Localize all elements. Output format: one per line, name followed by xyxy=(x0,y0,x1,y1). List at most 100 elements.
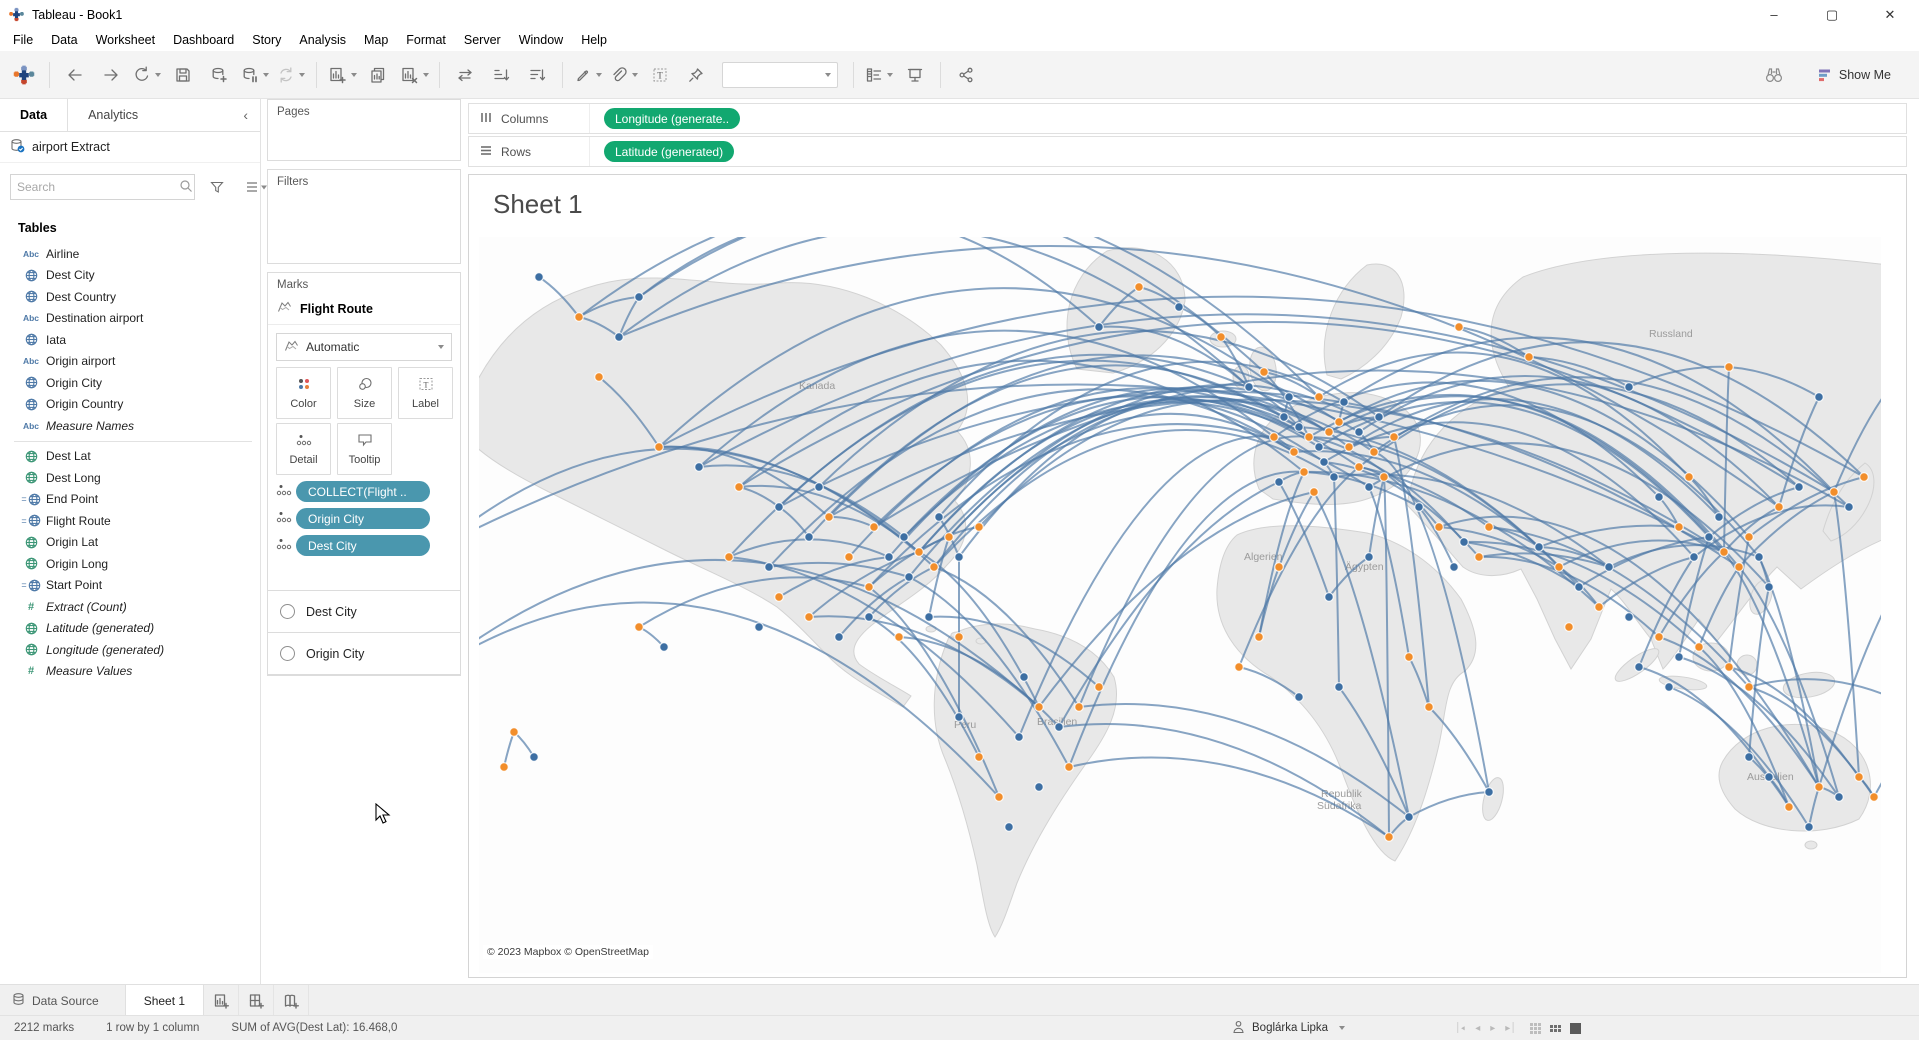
field-origin-long[interactable]: Origin Long xyxy=(0,553,260,575)
field-extract-count-[interactable]: # Extract (Count) xyxy=(0,596,260,618)
prev-sheet-button[interactable]: ◂ xyxy=(1475,1023,1480,1034)
field-latitude-generated-[interactable]: Latitude (generated) xyxy=(0,618,260,640)
rows-pill[interactable]: Latitude (generated) xyxy=(604,141,735,162)
marks-pill[interactable]: COLLECT(Flight .. xyxy=(296,481,430,502)
pin-button[interactable] xyxy=(678,59,714,91)
field-measure-names[interactable]: Abc Measure Names xyxy=(0,415,260,437)
marks-layer-origin-city[interactable]: Origin City xyxy=(268,633,460,675)
pages-shelf[interactable]: Pages xyxy=(267,99,461,161)
marks-layer-dest-city[interactable]: Dest City xyxy=(268,591,460,633)
text-label-button[interactable]: T xyxy=(642,59,678,91)
filter-fields-icon[interactable] xyxy=(199,171,235,203)
pause-data-button[interactable] xyxy=(237,59,273,91)
field-dest-lat[interactable]: Dest Lat xyxy=(0,446,260,468)
clear-sheet-button[interactable] xyxy=(396,59,432,91)
menu-data[interactable]: Data xyxy=(42,30,86,50)
back-button[interactable] xyxy=(57,59,93,91)
highlight-button[interactable] xyxy=(570,59,606,91)
collapse-pane-icon[interactable]: ‹ xyxy=(231,99,260,131)
forward-button[interactable] xyxy=(93,59,129,91)
color-button[interactable]: Color xyxy=(276,367,331,419)
minimize-button[interactable]: – xyxy=(1745,0,1803,29)
label-button[interactable]: T Label xyxy=(398,367,453,419)
marks-pill[interactable]: Dest City xyxy=(296,535,430,556)
size-button[interactable]: Size xyxy=(337,367,392,419)
marks-pill[interactable]: Origin City xyxy=(296,508,430,529)
new-worksheet-tab-button[interactable] xyxy=(204,985,240,1016)
columns-shelf[interactable]: Columns Longitude (generate.. xyxy=(468,103,1907,134)
sort-descending-button[interactable] xyxy=(519,59,555,91)
field-origin-airport[interactable]: Abc Origin airport xyxy=(0,351,260,373)
paperclip-button[interactable] xyxy=(606,59,642,91)
next-sheet-button[interactable]: ▸ xyxy=(1490,1023,1495,1034)
fit-select-dropdown[interactable] xyxy=(722,61,838,88)
menu-dashboard[interactable]: Dashboard xyxy=(164,30,243,50)
menu-format[interactable]: Format xyxy=(397,30,455,50)
field-start-point[interactable]: = Start Point xyxy=(0,575,260,597)
field-airline[interactable]: Abc Airline xyxy=(0,243,260,265)
duplicate-button[interactable] xyxy=(360,59,396,91)
menu-map[interactable]: Map xyxy=(355,30,397,50)
presentation-mode-button[interactable] xyxy=(897,59,933,91)
field-iata[interactable]: Iata xyxy=(0,329,260,351)
field-origin-lat[interactable]: Origin Lat xyxy=(0,532,260,554)
user-menu[interactable]: Boglárka Lipka xyxy=(1232,1020,1346,1037)
origin-airport-dot xyxy=(1744,682,1754,692)
find-binoculars-button[interactable] xyxy=(1756,59,1792,91)
save-button[interactable] xyxy=(165,59,201,91)
tooltip-button[interactable]: Tooltip xyxy=(337,423,392,475)
marks-layer-header[interactable]: Flight Route xyxy=(268,295,460,325)
swap-axes-button[interactable] xyxy=(447,59,483,91)
field-measure-values[interactable]: # Measure Values xyxy=(0,661,260,683)
filters-shelf[interactable]: Filters xyxy=(267,169,461,264)
new-story-tab-button[interactable] xyxy=(274,985,310,1016)
mark-type-dropdown[interactable]: Automatic xyxy=(276,333,452,361)
show-me-button[interactable]: Show Me xyxy=(1810,63,1899,87)
field-origin-country[interactable]: Origin Country xyxy=(0,394,260,416)
dest-airport-dot xyxy=(1364,482,1374,492)
menu-analysis[interactable]: Analysis xyxy=(290,30,355,50)
add-data-button[interactable] xyxy=(201,59,237,91)
share-button[interactable] xyxy=(948,59,984,91)
field-longitude-generated-[interactable]: Longitude (generated) xyxy=(0,639,260,661)
show-filmstrip-view-icon[interactable] xyxy=(1550,1024,1561,1032)
dest-airport-dot xyxy=(1704,532,1714,542)
tab-data[interactable]: Data xyxy=(0,99,69,131)
tab-analytics[interactable]: Analytics xyxy=(68,99,158,131)
menu-file[interactable]: File xyxy=(4,30,42,50)
last-sheet-button[interactable]: ▸⏐ xyxy=(1505,1023,1516,1034)
field-dest-country[interactable]: Dest Country xyxy=(0,286,260,308)
close-button[interactable]: ✕ xyxy=(1861,0,1919,29)
refresh-button[interactable] xyxy=(273,59,309,91)
menu-worksheet[interactable]: Worksheet xyxy=(87,30,165,50)
menu-server[interactable]: Server xyxy=(455,30,510,50)
field-end-point[interactable]: = End Point xyxy=(0,489,260,511)
datasource-item[interactable]: airport Extract xyxy=(0,132,260,163)
columns-pill[interactable]: Longitude (generate.. xyxy=(604,108,741,129)
first-sheet-button[interactable]: ⏐◂ xyxy=(1455,1023,1465,1034)
sheet-tab-sheet-1[interactable]: Sheet 1 xyxy=(124,985,205,1016)
data-source-tab[interactable]: Data Source xyxy=(0,985,125,1016)
search-input[interactable] xyxy=(11,180,178,194)
show-sheet-view-icon[interactable] xyxy=(1570,1022,1581,1034)
dest-airport-dot xyxy=(634,292,644,302)
rows-shelf[interactable]: Rows Latitude (generated) xyxy=(468,136,1907,167)
field-origin-city[interactable]: Origin City xyxy=(0,372,260,394)
show-mark-labels-button[interactable] xyxy=(861,59,897,91)
replay-button[interactable] xyxy=(129,59,165,91)
field-dest-long[interactable]: Dest Long xyxy=(0,467,260,489)
detail-button[interactable]: Detail xyxy=(276,423,331,475)
field-dest-city[interactable]: Dest City xyxy=(0,265,260,287)
maximize-button[interactable]: ▢ xyxy=(1803,0,1861,29)
menu-window[interactable]: Window xyxy=(510,30,572,50)
menu-help[interactable]: Help xyxy=(572,30,616,50)
field-flight-route[interactable]: = Flight Route xyxy=(0,510,260,532)
new-worksheet-button[interactable] xyxy=(324,59,360,91)
show-tabs-view-icon[interactable] xyxy=(1530,1022,1541,1034)
field-destination-airport[interactable]: Abc Destination airport xyxy=(0,308,260,330)
sort-ascending-button[interactable] xyxy=(483,59,519,91)
menu-story[interactable]: Story xyxy=(243,30,290,50)
new-dashboard-tab-button[interactable] xyxy=(239,985,275,1016)
dest-airport-dot xyxy=(924,612,934,622)
map-view[interactable]: Kanada Russland Algerien Ägypten Peru Brasili… xyxy=(479,237,1881,973)
